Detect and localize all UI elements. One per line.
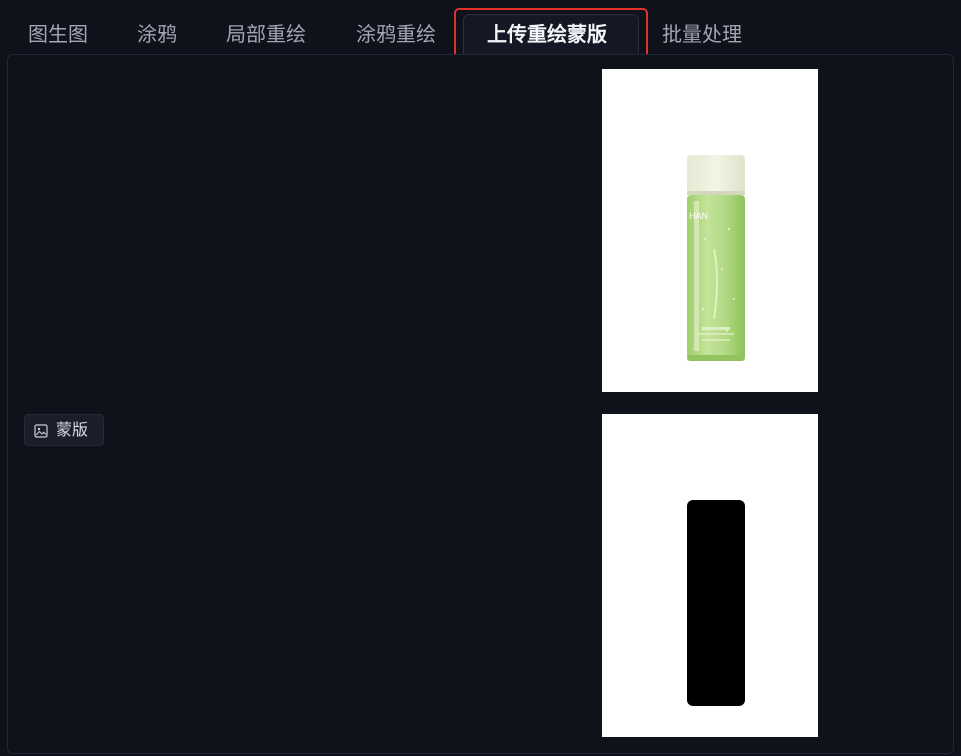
brand-text: HAN bbox=[689, 211, 708, 221]
app-window: 图生图 涂鸦 局部重绘 涂鸦重绘 上传重绘蒙版 批量处理 蒙版 HAN bbox=[0, 0, 961, 756]
tab-inpaint[interactable]: 局部重绘 bbox=[226, 18, 306, 50]
tab-inpaint-sketch[interactable]: 涂鸦重绘 bbox=[356, 18, 436, 50]
tab-bar: 图生图 涂鸦 局部重绘 涂鸦重绘 上传重绘蒙版 批量处理 bbox=[0, 0, 961, 60]
tab-batch[interactable]: 批量处理 bbox=[662, 18, 742, 50]
mask-image[interactable] bbox=[602, 414, 818, 737]
init-image[interactable]: HAN bbox=[602, 69, 818, 392]
tab-inpaint-upload[interactable]: 上传重绘蒙版 bbox=[487, 18, 607, 50]
mask-label: 蒙版 bbox=[56, 420, 89, 439]
mask-label-chip: 蒙版 bbox=[24, 414, 104, 446]
tab-sketch[interactable]: 涂鸦 bbox=[137, 18, 177, 50]
tab-img2img[interactable]: 图生图 bbox=[28, 18, 88, 50]
black-bottle-mask-icon bbox=[687, 500, 745, 706]
image-icon bbox=[34, 423, 48, 438]
green-toner-bottle-icon: HAN bbox=[687, 155, 745, 361]
